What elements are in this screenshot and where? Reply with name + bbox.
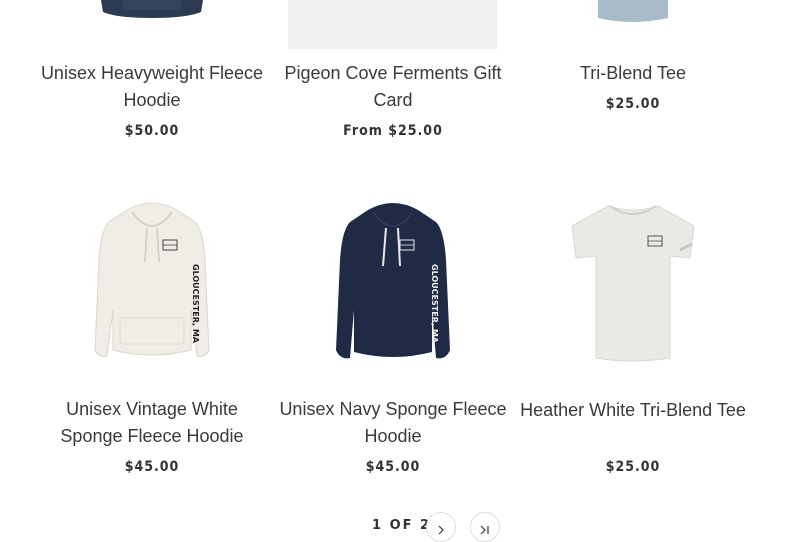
product-image-heather-white-tee[interactable] — [528, 200, 738, 365]
product-image-gift-card[interactable] — [288, 0, 497, 49]
chevron-right-icon — [436, 522, 446, 540]
product-price: $45.00 — [365, 459, 421, 475]
product-image-hoodie-heavyweight[interactable] — [47, 0, 257, 18]
product-image-tri-blend-tee[interactable] — [528, 0, 738, 24]
product-title[interactable]: Heather White Tri-Blend Tee — [518, 397, 748, 424]
product-price: $25.00 — [605, 459, 661, 475]
product-title[interactable]: Pigeon Cove Ferments Gift Card — [278, 60, 508, 114]
product-price: $50.00 — [124, 123, 180, 139]
product-price: From $25.00 — [343, 123, 443, 139]
pagination: 1 OF 2 — [0, 512, 785, 542]
next-page-button[interactable] — [426, 512, 456, 542]
product-image-navy-hoodie[interactable]: GLOUCESTER, MA — [288, 200, 498, 365]
product-title[interactable]: Unisex Navy Sponge Fleece Hoodie — [278, 396, 508, 450]
product-title[interactable]: Unisex Heavyweight Fleece Hoodie — [37, 60, 267, 114]
last-page-icon — [479, 522, 491, 540]
sleeve-print: GLOUCESTER, MA — [191, 264, 200, 344]
product-title[interactable]: Tri-Blend Tee — [518, 60, 748, 87]
product-title[interactable]: Unisex Vintage White Sponge Fleece Hoodi… — [37, 396, 267, 450]
sleeve-print: GLOUCESTER, MA — [430, 264, 439, 344]
product-price: $25.00 — [605, 96, 661, 112]
product-price: $45.00 — [124, 459, 180, 475]
last-page-button[interactable] — [470, 512, 500, 542]
product-image-vintage-white-hoodie[interactable]: GLOUCESTER, MA — [47, 200, 257, 365]
